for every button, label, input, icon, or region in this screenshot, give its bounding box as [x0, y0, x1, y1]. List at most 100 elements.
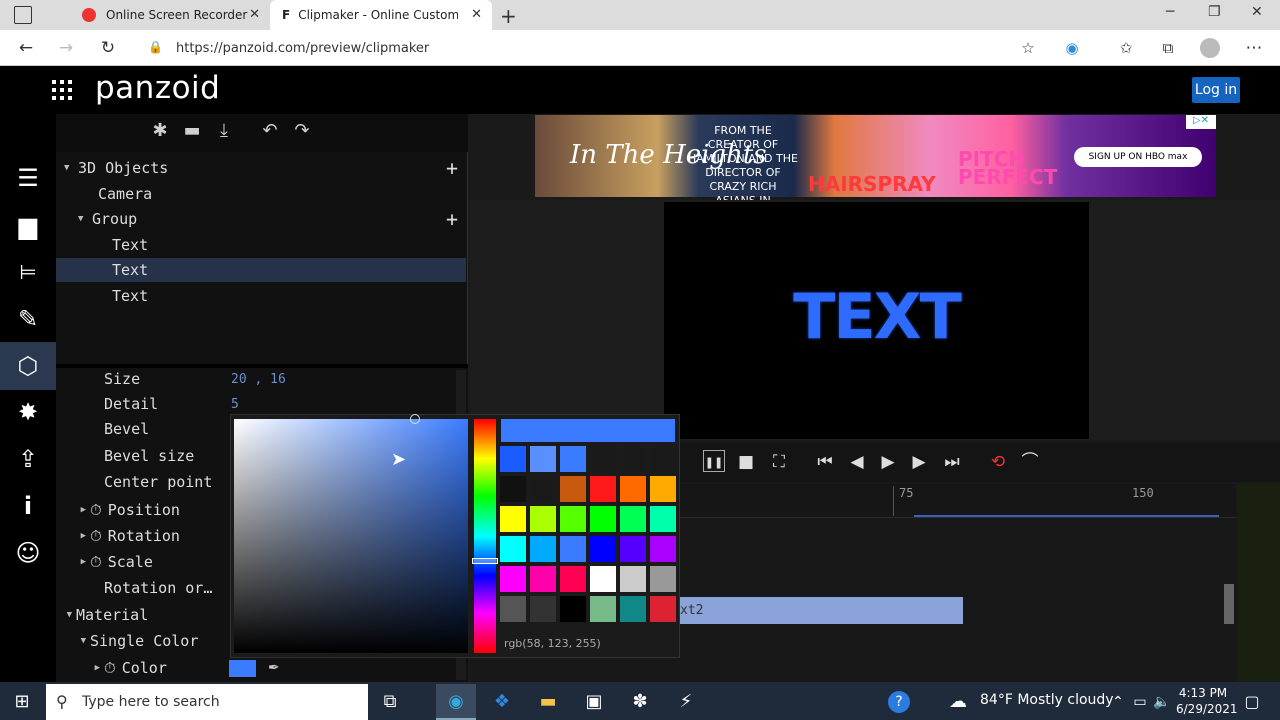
color-swatch[interactable] — [590, 506, 616, 532]
color-swatch[interactable] — [500, 446, 526, 472]
expand-arrow-icon[interactable]: ▶ — [56, 531, 90, 541]
back-icon[interactable]: ← — [14, 36, 38, 60]
color-swatch[interactable] — [560, 566, 586, 592]
edge-browser-icon[interactable]: ◉ — [442, 688, 470, 716]
color-swatch[interactable] — [530, 446, 556, 472]
color-swatch[interactable] — [650, 446, 676, 472]
menu-icon[interactable]: ☰ — [12, 162, 44, 194]
task-view-icon[interactable]: ⧉ — [376, 688, 404, 716]
expand-arrow-icon[interactable]: ▼ — [78, 214, 92, 224]
color-swatch[interactable] — [650, 596, 676, 622]
color-swatch[interactable] — [620, 566, 646, 592]
apps-grid-icon[interactable] — [52, 80, 72, 100]
color-swatch[interactable] — [620, 476, 646, 502]
color-swatch[interactable] — [650, 506, 676, 532]
tab-clipmaker[interactable]: F Clipmaker - Online Custom Intro ✕ — [270, 0, 492, 30]
color-swatch[interactable] — [590, 476, 616, 502]
volume-icon[interactable]: 🔈 — [1148, 688, 1176, 716]
app-icon[interactable]: ⚡ — [672, 688, 700, 716]
file-explorer-icon[interactable]: ▬ — [534, 688, 562, 716]
tree-item[interactable]: Text — [56, 284, 466, 308]
taskbar-search[interactable]: ⚲ Type here to search — [46, 684, 368, 720]
eyedropper-icon[interactable]: ✒ — [268, 660, 280, 676]
folder-icon[interactable]: ▆ — [12, 210, 44, 242]
timeline-icon[interactable]: ⊨ — [12, 256, 44, 288]
color-swatch[interactable] — [560, 446, 586, 472]
step-forward-icon[interactable]: ▶ — [907, 450, 931, 474]
url-field[interactable]: 🔒 https://panzoid.com/preview/clipmaker — [140, 36, 1052, 60]
timeline-clip[interactable]: xt2 — [680, 597, 963, 624]
profile-avatar[interactable] — [1200, 38, 1220, 58]
ad-close-icon[interactable]: ▷✕ — [1186, 115, 1216, 129]
easing-curve-icon[interactable]: ⌒ — [1018, 450, 1042, 474]
weather-text[interactable]: 84°F Mostly cloudy — [980, 692, 1114, 708]
property-value[interactable]: 5 — [231, 397, 239, 412]
color-swatch[interactable] — [500, 476, 526, 502]
collections-icon[interactable]: ⧉ — [1156, 36, 1180, 60]
expand-arrow-icon[interactable]: ▼ — [56, 610, 76, 620]
color-swatch[interactable] — [560, 476, 586, 502]
saturation-marker[interactable] — [410, 414, 420, 424]
color-swatch[interactable] — [590, 566, 616, 592]
color-swatch[interactable] — [560, 596, 586, 622]
refresh-icon[interactable]: ↻ — [96, 36, 120, 60]
saturation-value-field[interactable] — [234, 419, 468, 653]
color-swatch[interactable] — [620, 536, 646, 562]
color-swatch[interactable] — [530, 506, 556, 532]
smiley-icon[interactable]: ☺ — [12, 537, 44, 569]
tree-item[interactable]: Camera — [56, 182, 466, 206]
color-swatch[interactable] — [620, 446, 646, 472]
color-swatch[interactable] — [560, 506, 586, 532]
keyframe-stopwatch-icon[interactable]: ⏱ — [90, 553, 102, 571]
color-swatch[interactable] — [590, 536, 616, 562]
step-back-icon[interactable]: ◀ — [845, 450, 869, 474]
color-swatch[interactable] — [590, 446, 616, 472]
tab-actions-icon[interactable] — [14, 6, 32, 24]
property-row[interactable]: Size 20 , 16 — [56, 366, 468, 392]
keyframe-stopwatch-icon[interactable]: ⏱ — [104, 659, 116, 677]
tree-item[interactable]: Text — [56, 233, 466, 257]
property-row[interactable]: ▶ ⏱ Color — [56, 655, 468, 681]
clock[interactable]: 4:13 PM 6/29/2021 — [1176, 685, 1238, 717]
ad-signup-button[interactable]: SIGN UP ON HBO max — [1074, 147, 1202, 167]
pause-toggle-icon[interactable]: ❚❚ — [703, 450, 725, 472]
favorites-icon[interactable]: ✩ — [1114, 36, 1138, 60]
add-child-icon[interactable]: + — [446, 207, 458, 231]
export-icon[interactable]: ⇪ — [12, 443, 44, 475]
skip-start-icon[interactable]: ⏮ — [813, 450, 837, 474]
color-swatch[interactable] — [650, 566, 676, 592]
color-swatch[interactable] — [500, 536, 526, 562]
tree-item[interactable]: ▼ Group + — [56, 207, 466, 231]
color-swatch[interactable] — [560, 536, 586, 562]
download-icon[interactable]: ⤓ — [212, 120, 236, 144]
color-swatch[interactable] — [650, 536, 676, 562]
color-swatch[interactable] — [500, 566, 526, 592]
more-menu-icon[interactable]: ⋯ — [1242, 36, 1266, 60]
windows-start-icon[interactable]: ⊞ — [8, 688, 36, 716]
color-swatch[interactable] — [620, 596, 646, 622]
info-icon[interactable]: i — [12, 490, 44, 522]
pencil-icon[interactable]: ✎ — [12, 303, 44, 335]
close-tab-icon[interactable]: ✕ — [249, 7, 260, 22]
dropbox-icon[interactable]: ❖ — [488, 688, 516, 716]
add-child-icon[interactable]: + — [446, 156, 458, 180]
expand-arrow-icon[interactable]: ▶ — [56, 505, 90, 515]
skip-end-icon[interactable]: ⏭ — [940, 450, 964, 474]
keyframe-stopwatch-icon[interactable]: ⏱ — [90, 527, 102, 545]
color-swatch[interactable] — [530, 596, 556, 622]
folder-open-icon[interactable]: ▬ — [180, 120, 204, 144]
favorite-star-icon[interactable]: ☆ — [1016, 36, 1040, 60]
hue-slider[interactable] — [474, 419, 496, 653]
store-icon[interactable]: ▣ — [580, 688, 608, 716]
maximize-icon[interactable]: ❐ — [1208, 4, 1221, 20]
forward-icon[interactable]: → — [54, 36, 78, 60]
help-icon[interactable]: ? — [888, 691, 910, 713]
color-swatch[interactable] — [500, 506, 526, 532]
tree-item[interactable]: Text — [56, 258, 466, 282]
effects-star-icon[interactable]: ✸ — [12, 396, 44, 428]
expand-arrow-icon[interactable]: ▼ — [64, 163, 78, 173]
3d-cube-icon[interactable]: ⬡ — [12, 350, 44, 382]
extension-icon[interactable]: ◉ — [1060, 36, 1084, 60]
timeline-scrollbar[interactable] — [1224, 584, 1234, 624]
color-swatch[interactable] — [530, 536, 556, 562]
